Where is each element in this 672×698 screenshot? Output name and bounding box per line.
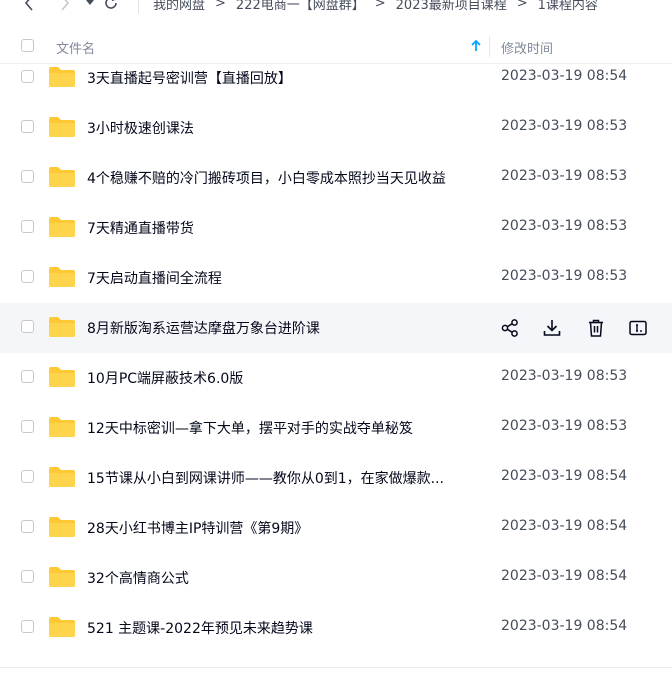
file-modified-time: 2023-03-19 08:53 xyxy=(501,268,628,284)
file-row[interactable]: 32个高情商公式 2023-03-19 08:54 xyxy=(0,553,672,603)
file-modified-time: 2023-03-19 08:54 xyxy=(501,518,628,534)
row-checkbox[interactable] xyxy=(21,170,34,183)
breadcrumb-separator: > xyxy=(374,0,386,11)
file-name[interactable]: 32个高情商公式 xyxy=(87,568,189,588)
file-modified-time: 2023-03-19 08:54 xyxy=(501,68,628,84)
file-modified-time: 2023-03-19 08:54 xyxy=(501,568,628,584)
toolbar: 我的网盘 > 222电商一【网盘群】 > 2023最新项目课程 > 1课程内容 xyxy=(0,0,672,14)
folder-icon xyxy=(48,216,76,238)
row-checkbox[interactable] xyxy=(21,220,34,233)
row-checkbox[interactable] xyxy=(21,370,34,383)
file-row[interactable]: 28天小红书博主IP特训营《第9期》 2023-03-19 08:54 xyxy=(0,503,672,553)
file-row[interactable]: 12天中标密训—拿下大单，摆平对手的实战夺单秘笈 2023-03-19 08:5… xyxy=(0,403,672,453)
sort-ascending-icon[interactable] xyxy=(470,38,482,54)
file-name[interactable]: 3天直播起号密训营【直播回放】 xyxy=(87,68,292,88)
folder-icon xyxy=(48,516,76,538)
file-name[interactable]: 7天精通直播带货 xyxy=(87,218,194,238)
file-name[interactable]: 15节课从小白到网课讲师——教你从0到1，在家做爆款... xyxy=(87,468,444,488)
toolbar-divider xyxy=(138,0,139,14)
breadcrumb-item-2[interactable]: 2023最新项目课程 xyxy=(396,0,507,13)
file-row[interactable]: 521 主题课-2022年预见未来趋势课 2023-03-19 08:54 xyxy=(0,603,672,653)
breadcrumb-separator: > xyxy=(516,0,528,11)
row-checkbox[interactable] xyxy=(21,120,34,133)
row-actions xyxy=(0,303,672,353)
row-checkbox[interactable] xyxy=(21,420,34,433)
folder-icon xyxy=(48,116,76,138)
file-row[interactable]: 10月PC端屏蔽技术6.0版 2023-03-19 08:53 xyxy=(0,353,672,403)
folder-icon xyxy=(48,266,76,288)
file-name[interactable]: 10月PC端屏蔽技术6.0版 xyxy=(87,368,243,388)
file-modified-time: 2023-03-19 08:53 xyxy=(501,218,628,234)
forward-arrow-icon[interactable] xyxy=(56,0,74,14)
breadcrumb-separator: > xyxy=(215,0,226,11)
file-modified-time: 2023-03-19 08:53 xyxy=(501,418,628,434)
file-modified-time: 2023-03-19 08:53 xyxy=(501,118,628,134)
folder-icon xyxy=(48,66,76,88)
folder-icon xyxy=(48,416,76,438)
breadcrumb-item-3[interactable]: 1课程内容 xyxy=(538,0,598,13)
file-modified-time: 2023-03-19 08:54 xyxy=(501,468,628,484)
share-icon[interactable] xyxy=(500,318,520,338)
breadcrumb-item-1[interactable]: 222电商一【网盘群】 xyxy=(236,0,365,13)
refresh-icon[interactable] xyxy=(102,0,120,14)
folder-icon xyxy=(48,566,76,588)
toolbar-inner: 我的网盘 > 222电商一【网盘群】 > 2023最新项目课程 > 1课程内容 xyxy=(0,0,598,14)
file-row[interactable]: 7天启动直播间全流程 2023-03-19 08:53 xyxy=(0,253,672,303)
file-row[interactable]: 3天直播起号密训营【直播回放】 2023-03-19 08:54 xyxy=(0,53,672,103)
file-name[interactable]: 28天小红书博主IP特训营《第9期》 xyxy=(87,518,308,538)
breadcrumb-item-0[interactable]: 我的网盘 xyxy=(153,0,205,13)
rename-icon[interactable] xyxy=(628,318,648,338)
download-icon[interactable] xyxy=(542,318,562,338)
file-name[interactable]: 12天中标密训—拿下大单，摆平对手的实战夺单秘笈 xyxy=(87,418,413,438)
file-name[interactable]: 4个稳赚不赔的冷门搬砖项目，小白零成本照抄当天见收益 xyxy=(87,168,446,188)
file-row-hovered[interactable]: 8月新版淘系运营达摩盘万象台进阶课 xyxy=(0,303,672,353)
file-modified-time: 2023-03-19 08:53 xyxy=(501,168,628,184)
row-checkbox[interactable] xyxy=(21,570,34,583)
row-checkbox[interactable] xyxy=(21,520,34,533)
row-checkbox[interactable] xyxy=(21,470,34,483)
file-name[interactable]: 521 主题课-2022年预见未来趋势课 xyxy=(87,618,313,638)
file-row[interactable]: 15节课从小白到网课讲师——教你从0到1，在家做爆款... 2023-03-19… xyxy=(0,453,672,503)
file-row[interactable]: 3小时极速创课法 2023-03-19 08:53 xyxy=(0,103,672,153)
file-row[interactable]: 4个稳赚不赔的冷门搬砖项目，小白零成本照抄当天见收益 2023-03-19 08… xyxy=(0,153,672,203)
back-arrow-icon[interactable] xyxy=(20,0,38,14)
row-checkbox[interactable] xyxy=(21,620,34,633)
folder-icon xyxy=(48,616,76,638)
file-list: 3天直播起号密训营【直播回放】 2023-03-19 08:54 3小时极速创课… xyxy=(0,53,672,653)
folder-icon xyxy=(48,366,76,388)
folder-icon xyxy=(48,466,76,488)
file-row[interactable]: 7天精通直播带货 2023-03-19 08:53 xyxy=(0,203,672,253)
file-modified-time: 2023-03-19 08:53 xyxy=(501,368,628,384)
history-dropdown-icon[interactable] xyxy=(84,0,96,14)
list-bottom-divider xyxy=(0,667,672,668)
trash-icon[interactable] xyxy=(586,318,606,338)
file-name[interactable]: 7天启动直播间全流程 xyxy=(87,268,222,288)
row-checkbox[interactable] xyxy=(21,270,34,283)
file-name[interactable]: 3小时极速创课法 xyxy=(87,118,194,138)
file-modified-time: 2023-03-19 08:54 xyxy=(501,618,628,634)
select-all-checkbox[interactable] xyxy=(21,39,34,52)
folder-icon xyxy=(48,166,76,188)
row-checkbox[interactable] xyxy=(21,70,34,83)
